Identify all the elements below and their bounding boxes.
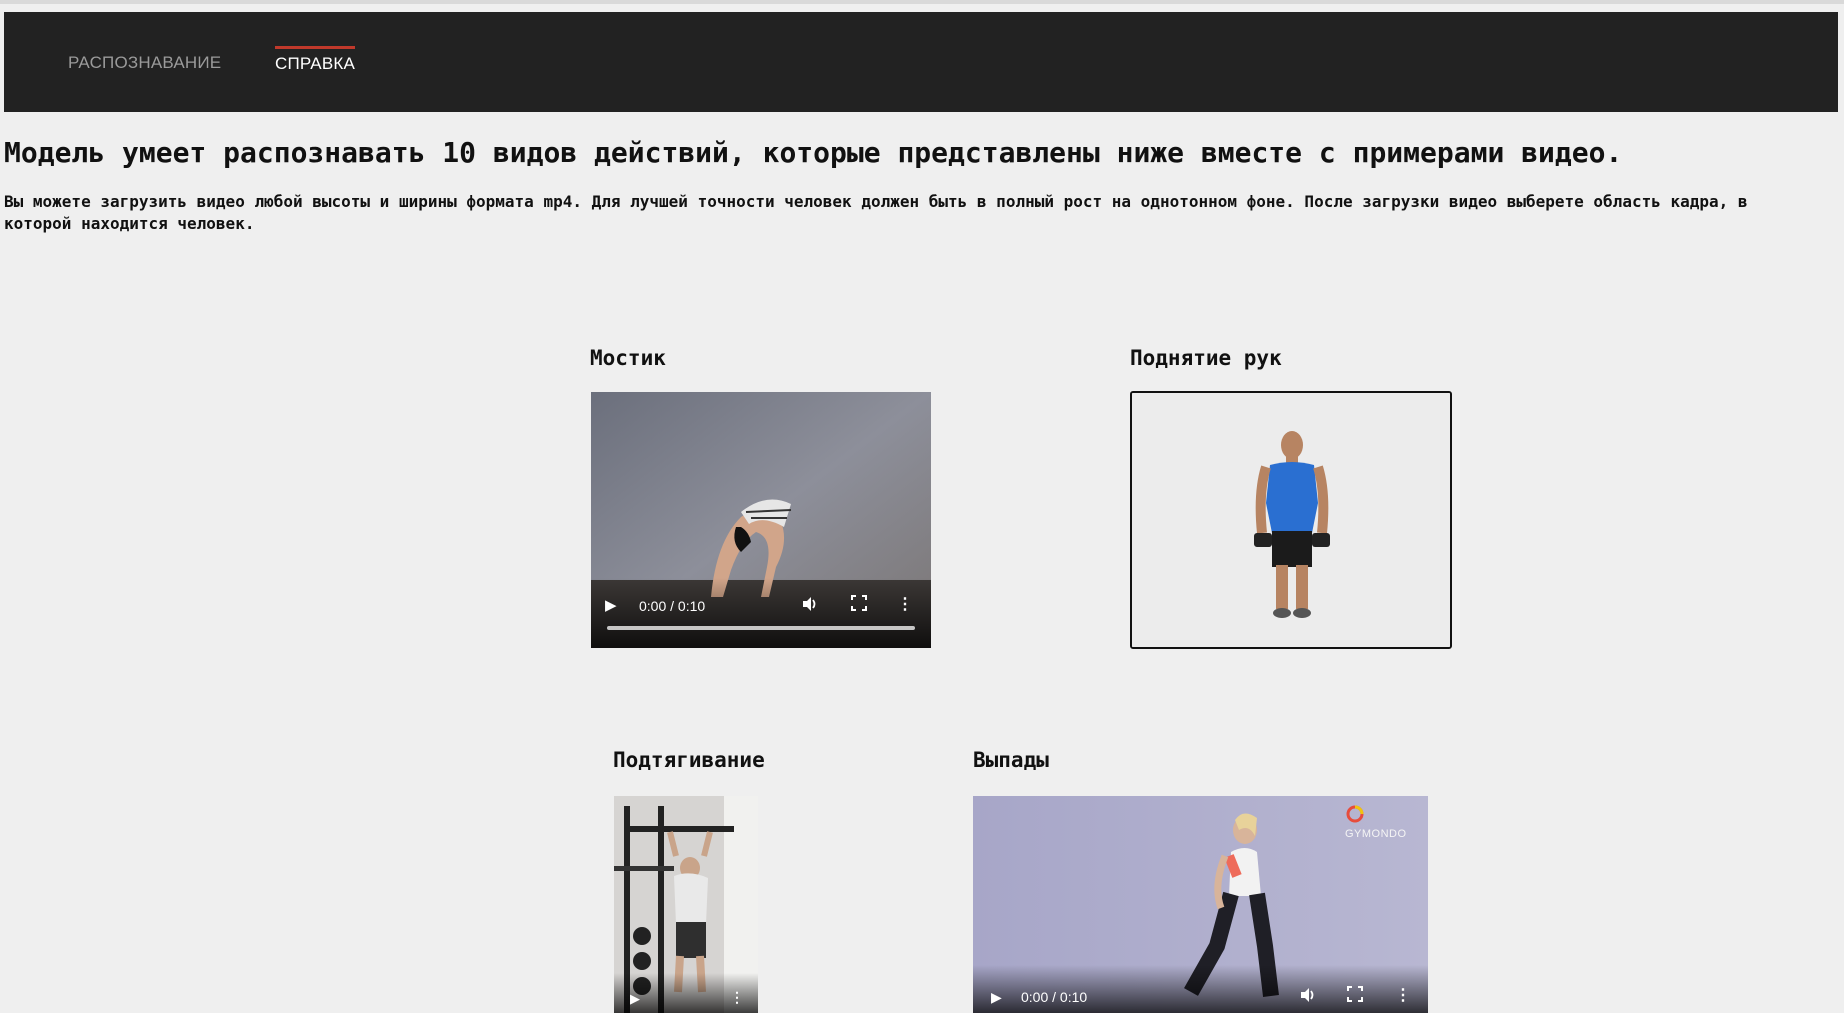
fullscreen-icon[interactable]	[1347, 986, 1363, 1007]
video-arm-raise[interactable]	[1130, 391, 1452, 649]
navbar: РАСПОЗНАВАНИЕ СПРАВКА	[4, 12, 1838, 112]
video-controls-lunges: ▶ 0:00 / 0:10 ⋮	[973, 965, 1428, 1013]
help-page: РАСПОЗНАВАНИЕ СПРАВКА Модель умеет распо…	[0, 0, 1844, 1013]
play-icon[interactable]: ▶	[605, 596, 617, 616]
example-title-pull-up: Подтягивание	[613, 748, 765, 772]
intro-text: Вы можете загрузить видео любой высоты и…	[4, 192, 1748, 233]
volume-icon[interactable]	[801, 595, 819, 618]
video-lunges[interactable]: GYMONDO ▶ 0:00 / 0:10 ⋮	[973, 796, 1428, 1013]
video-frame-arm-raise	[1132, 393, 1450, 647]
example-title-arm-raise: Поднятие рук	[1130, 346, 1282, 370]
play-icon[interactable]: ▶	[630, 989, 640, 1009]
page-heading: Модель умеет распознавать 10 видов дейст…	[4, 136, 1623, 169]
video-pull-up[interactable]: ▶ ⋮	[614, 796, 758, 1013]
video-bridge[interactable]: ▶ 0:00 / 0:10 ⋮	[591, 392, 931, 648]
video-progress-bridge[interactable]	[607, 626, 915, 630]
gymondo-watermark: GYMONDO	[1345, 804, 1428, 844]
more-options-icon[interactable]: ⋮	[897, 595, 913, 615]
more-options-icon[interactable]: ⋮	[730, 987, 744, 1007]
gymondo-logo-icon	[1346, 805, 1364, 823]
nav-tab-help[interactable]: СПРАВКА	[275, 46, 356, 85]
volume-icon[interactable]	[1299, 986, 1317, 1009]
nav-tab-recognition[interactable]: РАСПОЗНАВАНИЕ	[68, 46, 221, 82]
video-controls-pull-up: ▶ ⋮	[614, 973, 758, 1013]
example-title-lunges: Выпады	[973, 748, 1049, 772]
top-border	[0, 0, 1844, 4]
example-title-bridge: Мостик	[590, 346, 666, 370]
video-time-lunges: 0:00 / 0:10	[1021, 989, 1088, 1005]
video-time-bridge: 0:00 / 0:10	[639, 598, 706, 614]
more-options-icon[interactable]: ⋮	[1395, 986, 1411, 1006]
video-controls-bridge: ▶ 0:00 / 0:10 ⋮	[591, 578, 931, 648]
play-icon[interactable]: ▶	[991, 987, 1002, 1007]
gymondo-watermark-text: GYMONDO	[1345, 828, 1407, 841]
fullscreen-icon[interactable]	[851, 595, 867, 616]
